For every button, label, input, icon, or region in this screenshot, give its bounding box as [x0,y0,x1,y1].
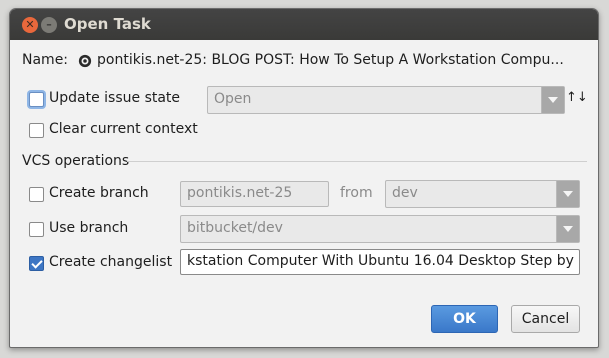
vcs-section-title: VCS operations [22,153,130,169]
create-changelist-label: Create changelist [49,254,173,270]
chevron-down-icon[interactable] [556,216,579,242]
cancel-button[interactable]: Cancel [511,305,580,333]
from-label: from [340,185,373,201]
open-task-dialog: ✕ – Open Task Name: pontikis.net-25: BLO… [9,8,599,348]
sort-arrows-icon[interactable]: ↑↓ [566,90,588,105]
create-branch-checkbox[interactable] [29,187,44,202]
close-window-button[interactable]: ✕ [22,17,38,33]
issue-state-value: Open [214,91,252,107]
create-changelist-checkbox[interactable] [29,256,44,271]
chevron-down-icon[interactable] [541,87,564,113]
branch-name-field[interactable]: pontikis.net-25 [180,181,329,207]
create-branch-label: Create branch [49,185,149,201]
update-issue-state-label: Update issue state [49,90,181,106]
issue-state-select[interactable]: Open [207,86,565,114]
github-task-icon [78,54,92,68]
from-branch-select[interactable]: dev [385,180,580,208]
changelist-name-input[interactable]: kstation Computer With Ubuntu 16.04 Desk… [180,249,580,275]
clear-context-label: Clear current context [49,121,198,137]
ok-button[interactable]: OK [431,305,498,333]
use-branch-label: Use branch [49,220,129,236]
window-title: Open Task [64,15,151,33]
update-issue-state-checkbox[interactable] [29,92,44,107]
title-bar: ✕ – Open Task [10,9,598,40]
clear-context-checkbox[interactable] [29,123,44,138]
use-branch-value: bitbucket/dev [187,220,283,236]
name-label: Name: [22,52,69,68]
minimize-window-button[interactable]: – [41,17,57,33]
section-divider [127,161,587,162]
task-name-value: pontikis.net-25: BLOG POST: How To Setup… [97,52,564,68]
chevron-down-icon[interactable] [556,181,579,207]
use-branch-checkbox[interactable] [29,222,44,237]
branch-name-value: pontikis.net-25 [187,185,293,201]
use-branch-select[interactable]: bitbucket/dev [180,215,580,243]
changelist-name-value: kstation Computer With Ubuntu 16.04 Desk… [187,253,580,269]
from-branch-value: dev [392,185,418,201]
